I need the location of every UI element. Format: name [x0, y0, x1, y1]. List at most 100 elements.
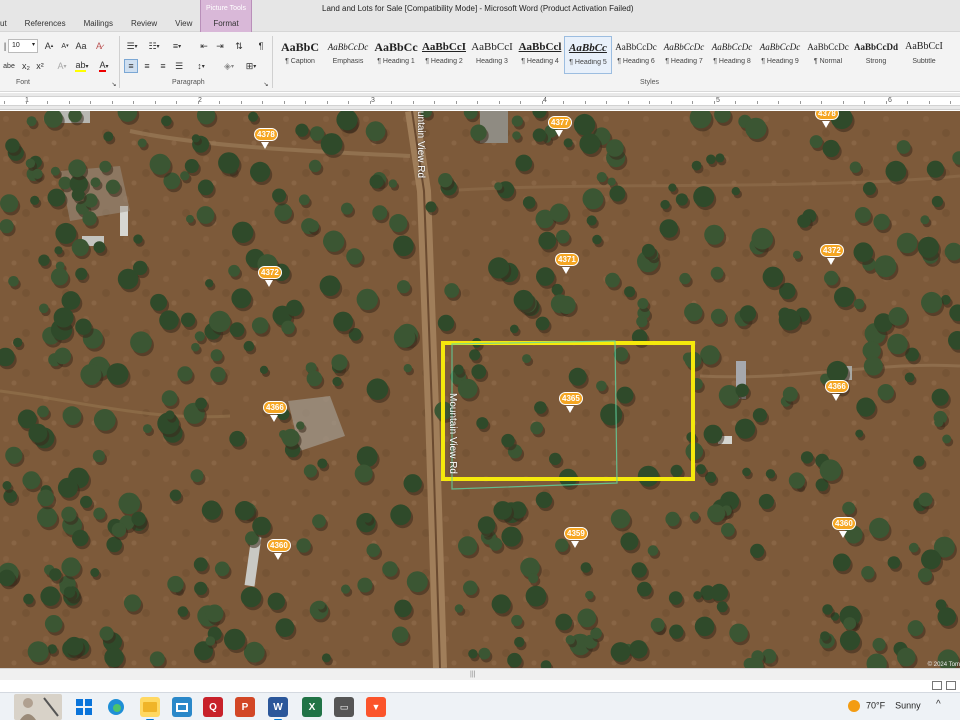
- photo-icon[interactable]: [172, 697, 192, 717]
- font-size-select[interactable]: 10 ▾: [8, 39, 38, 53]
- parcel-map-image[interactable]: untain View Rd Mountain View Rd 4378 437…: [0, 111, 960, 668]
- tree-canopy: [885, 160, 907, 182]
- tree-canopy: [312, 514, 326, 529]
- increase-indent-button[interactable]: ⇥: [213, 39, 227, 53]
- align-right-button[interactable]: ≡: [156, 59, 170, 73]
- tree-canopy: [397, 280, 411, 294]
- tree-canopy: [822, 139, 840, 158]
- parcel-marker-4377[interactable]: 4377: [548, 116, 572, 138]
- parcel-marker-4365[interactable]: 4365: [559, 392, 583, 414]
- horizontal-scrollbar[interactable]: |||: [0, 668, 960, 680]
- style-heading-7[interactable]: AaBbCcDc ¶ Heading 7: [660, 36, 708, 74]
- align-center-button[interactable]: ≡: [140, 59, 154, 73]
- style-heading-9[interactable]: AaBbCcDc ¶ Heading 9: [756, 36, 804, 74]
- style-subtitle[interactable]: AaBbCcI Subtitle: [900, 36, 948, 74]
- shading-button[interactable]: ◈ ▾: [220, 59, 238, 73]
- paragraph-dialog-launcher-icon[interactable]: ↘: [262, 77, 270, 91]
- tray-overflow-icon[interactable]: ^: [936, 699, 941, 710]
- tree-canopy: [861, 566, 875, 580]
- superscript-button[interactable]: x²: [34, 59, 46, 73]
- parcel-marker-4360-west[interactable]: 4360: [267, 539, 291, 561]
- tree-canopy: [218, 152, 240, 174]
- car-icon[interactable]: ▭: [334, 697, 354, 717]
- tab-mailings[interactable]: Mailings: [75, 16, 122, 32]
- pdf-icon[interactable]: Q: [203, 697, 223, 717]
- strikethrough-button[interactable]: abe: [2, 59, 16, 73]
- ruler-tick: [627, 101, 629, 104]
- justify-button[interactable]: ☰: [172, 59, 186, 73]
- parcel-marker-4378-west[interactable]: 4378: [254, 128, 278, 150]
- tree-canopy: [592, 234, 602, 245]
- tree-canopy: [118, 492, 141, 515]
- style-heading-3[interactable]: AaBbCcI Heading 3: [468, 36, 516, 74]
- tree-canopy: [750, 543, 765, 558]
- text-effects-button[interactable]: A ▾: [54, 59, 70, 73]
- edge-icon[interactable]: [106, 697, 126, 717]
- borders-button[interactable]: ⊞ ▾: [242, 59, 260, 73]
- tree-canopy: [896, 140, 911, 154]
- bullets-button[interactable]: ☰ ▾: [123, 39, 141, 53]
- style-heading-5[interactable]: AaBbCc ¶ Heading 5: [564, 36, 612, 74]
- windows-start-icon[interactable]: [74, 697, 94, 717]
- decrease-indent-button[interactable]: ⇤: [197, 39, 211, 53]
- multilevel-list-button[interactable]: ≡ ▾: [167, 39, 187, 53]
- tree-canopy: [735, 418, 756, 439]
- align-left-button[interactable]: ≡: [124, 59, 138, 73]
- word-icon[interactable]: W: [268, 697, 288, 720]
- subscript-button[interactable]: x₂: [20, 59, 32, 73]
- style-caption[interactable]: AaBbC ¶ Caption: [276, 36, 324, 74]
- show-marks-button[interactable]: ¶: [254, 39, 268, 53]
- highlight-button[interactable]: ab ▾: [74, 59, 90, 73]
- style-heading-6[interactable]: AaBbCcDc ¶ Heading 6: [612, 36, 660, 74]
- parcel-marker-4366-west[interactable]: 4366: [263, 401, 287, 423]
- tree-canopy: [169, 489, 182, 502]
- tree-canopy: [457, 378, 478, 399]
- style-strong[interactable]: AaBbCcDd Strong: [852, 36, 900, 74]
- parcel-marker-4359[interactable]: 4359: [564, 527, 588, 549]
- clear-formatting-button[interactable]: A̷: [92, 39, 106, 53]
- change-case-button[interactable]: Aa: [74, 39, 88, 53]
- parcel-marker-4360-east[interactable]: 4360: [832, 517, 856, 539]
- shrink-font-button[interactable]: A ▾: [58, 39, 72, 53]
- ruler-tick: [649, 101, 650, 104]
- folder-icon[interactable]: [140, 697, 160, 720]
- font-color-button[interactable]: A ▾: [96, 59, 112, 73]
- numbering-button[interactable]: ☷ ▾: [145, 39, 163, 53]
- tab-file-partial[interactable]: ut: [0, 16, 16, 32]
- style-heading-8[interactable]: AaBbCcDc ¶ Heading 8: [708, 36, 756, 74]
- scroll-grip-icon[interactable]: |||: [470, 671, 475, 678]
- style-heading-1[interactable]: AaBbCc ¶ Heading 1: [372, 36, 420, 74]
- tree-canopy: [2, 481, 12, 490]
- style-heading-4[interactable]: AaBbCcl ¶ Heading 4: [516, 36, 564, 74]
- line-spacing-button[interactable]: ↕ ▾: [192, 59, 210, 73]
- sort-button[interactable]: ⇅: [232, 39, 246, 53]
- parcel-marker-4366-east[interactable]: 4366: [825, 380, 849, 402]
- font-dialog-launcher-icon[interactable]: ↘: [110, 77, 118, 91]
- parcel-marker-4372-west[interactable]: 4372: [258, 266, 282, 288]
- grow-font-button[interactable]: A ▴: [42, 39, 56, 53]
- tab-view[interactable]: View: [166, 16, 201, 32]
- parcel-marker-4378-east[interactable]: 4378: [815, 111, 839, 129]
- weather-condition: Sunny: [895, 700, 921, 711]
- parcel-marker-4371[interactable]: 4371: [555, 253, 579, 275]
- tab-references[interactable]: References: [16, 16, 75, 32]
- parcel-marker-4372-east[interactable]: 4372: [820, 244, 844, 266]
- chevron-down-icon: ▾: [31, 42, 35, 48]
- avatar-icon[interactable]: [14, 694, 62, 720]
- excel-icon[interactable]: X: [302, 697, 322, 717]
- tab-format[interactable]: Format: [201, 19, 251, 28]
- style-heading-2[interactable]: AaBbCcI ¶ Heading 2: [420, 36, 468, 74]
- weather-widget[interactable]: 70°F Sunny: [848, 700, 921, 712]
- read-mode-icon[interactable]: [946, 681, 956, 690]
- horizontal-ruler[interactable]: 1 2 3 4 5 6: [0, 93, 960, 110]
- tree-canopy: [869, 517, 890, 539]
- tree-canopy: [752, 408, 768, 423]
- style-normal[interactable]: AaBbCcDc ¶ Normal: [804, 36, 852, 74]
- style-emphasis[interactable]: AaBbCcDc Emphasis: [324, 36, 372, 74]
- print-layout-icon[interactable]: [932, 681, 942, 690]
- font-name-edge[interactable]: |: [2, 39, 8, 53]
- brave-icon[interactable]: ▼: [366, 697, 386, 717]
- powerpoint-icon[interactable]: P: [235, 697, 255, 717]
- tab-review[interactable]: Review: [122, 16, 166, 32]
- tree-canopy: [117, 268, 139, 290]
